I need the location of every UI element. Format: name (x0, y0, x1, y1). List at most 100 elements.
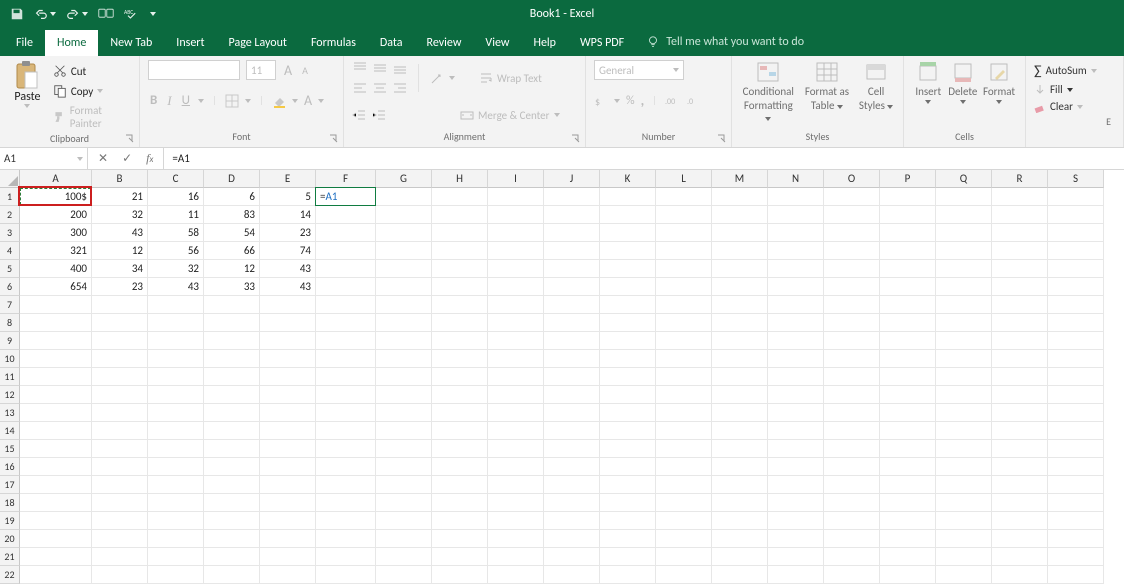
cell[interactable] (712, 404, 768, 422)
font-name-input[interactable] (148, 60, 240, 80)
cell[interactable] (488, 350, 544, 368)
cell[interactable] (1048, 296, 1104, 314)
cell[interactable] (992, 566, 1048, 584)
cell[interactable]: 56 (148, 242, 204, 260)
cell[interactable] (880, 278, 936, 296)
row-header[interactable]: 2 (0, 206, 20, 224)
cell[interactable] (880, 296, 936, 314)
undo-icon[interactable] (34, 7, 56, 21)
cell[interactable] (656, 566, 712, 584)
cell[interactable] (148, 548, 204, 566)
cell[interactable] (376, 530, 432, 548)
cell[interactable] (880, 566, 936, 584)
cell[interactable] (260, 512, 316, 530)
dialog-launcher-icon[interactable] (329, 134, 339, 144)
cell[interactable] (432, 440, 488, 458)
cell[interactable] (488, 566, 544, 584)
row-header[interactable]: 13 (0, 404, 20, 422)
cell[interactable] (712, 422, 768, 440)
cell[interactable] (316, 404, 376, 422)
column-header[interactable]: E (260, 170, 316, 188)
cell[interactable] (992, 422, 1048, 440)
tab-page-layout[interactable]: Page Layout (217, 30, 299, 56)
cell[interactable] (544, 476, 600, 494)
cell[interactable] (148, 476, 204, 494)
cell[interactable] (148, 314, 204, 332)
paste-button[interactable]: Paste (8, 60, 47, 108)
dropdown-caret-icon[interactable] (1091, 69, 1097, 73)
cell[interactable] (316, 386, 376, 404)
cell[interactable] (600, 206, 656, 224)
cell[interactable] (656, 476, 712, 494)
cell[interactable] (824, 512, 880, 530)
cell[interactable] (656, 332, 712, 350)
cell[interactable] (656, 404, 712, 422)
cell[interactable] (824, 278, 880, 296)
increase-decimal-icon[interactable]: .00 (665, 94, 681, 108)
cell[interactable] (824, 188, 880, 206)
cell[interactable] (1048, 332, 1104, 350)
row-header[interactable]: 19 (0, 512, 20, 530)
cell[interactable] (92, 314, 148, 332)
cell[interactable]: 321 (20, 242, 92, 260)
cell[interactable] (1048, 260, 1104, 278)
cell[interactable] (824, 296, 880, 314)
dialog-launcher-icon[interactable] (717, 134, 727, 144)
formula-input[interactable]: =A1 (164, 148, 1124, 169)
tab-wps-pdf[interactable]: WPS PDF (568, 30, 636, 56)
cell[interactable] (260, 386, 316, 404)
column-header[interactable]: Q (936, 170, 992, 188)
cell[interactable] (936, 368, 992, 386)
cell[interactable] (1048, 368, 1104, 386)
cell[interactable] (92, 422, 148, 440)
cell[interactable] (204, 494, 260, 512)
cell[interactable] (712, 494, 768, 512)
cell[interactable] (1048, 512, 1104, 530)
row-header[interactable]: 6 (0, 278, 20, 296)
cell[interactable] (824, 224, 880, 242)
clear-button[interactable]: Clear (1034, 100, 1115, 113)
cell[interactable] (544, 278, 600, 296)
cell[interactable] (992, 314, 1048, 332)
cell[interactable] (768, 386, 824, 404)
cell[interactable] (20, 476, 92, 494)
cell[interactable] (544, 188, 600, 206)
cell[interactable] (376, 458, 432, 476)
row-header[interactable]: 12 (0, 386, 20, 404)
cell[interactable] (488, 548, 544, 566)
cell[interactable]: 83 (204, 206, 260, 224)
cell[interactable] (488, 188, 544, 206)
cell[interactable] (432, 368, 488, 386)
cell[interactable] (148, 440, 204, 458)
cell[interactable] (1048, 458, 1104, 476)
cell[interactable] (824, 566, 880, 584)
cell[interactable] (488, 440, 544, 458)
cell[interactable] (712, 566, 768, 584)
cell[interactable] (768, 296, 824, 314)
copy-button[interactable]: Copy (53, 84, 131, 98)
tab-review[interactable]: Review (415, 30, 474, 56)
cell[interactable] (936, 548, 992, 566)
cell[interactable] (20, 296, 92, 314)
cell[interactable] (712, 332, 768, 350)
cell[interactable] (992, 548, 1048, 566)
enter-formula-icon[interactable]: ✓ (122, 151, 132, 166)
cell[interactable] (600, 296, 656, 314)
cell[interactable] (544, 512, 600, 530)
decrease-font-icon[interactable]: A (300, 64, 310, 77)
tab-view[interactable]: View (473, 30, 521, 56)
row-header[interactable]: 21 (0, 548, 20, 566)
cell[interactable] (768, 314, 824, 332)
cell[interactable] (316, 422, 376, 440)
increase-font-icon[interactable]: A (282, 62, 294, 79)
cell[interactable] (936, 494, 992, 512)
cell[interactable] (432, 332, 488, 350)
row-header[interactable]: 11 (0, 368, 20, 386)
dropdown-caret-icon[interactable] (449, 76, 455, 80)
cell[interactable] (376, 224, 432, 242)
cell[interactable] (656, 350, 712, 368)
cell[interactable] (880, 440, 936, 458)
cell[interactable] (1048, 350, 1104, 368)
cell[interactable] (600, 548, 656, 566)
cell[interactable] (712, 440, 768, 458)
